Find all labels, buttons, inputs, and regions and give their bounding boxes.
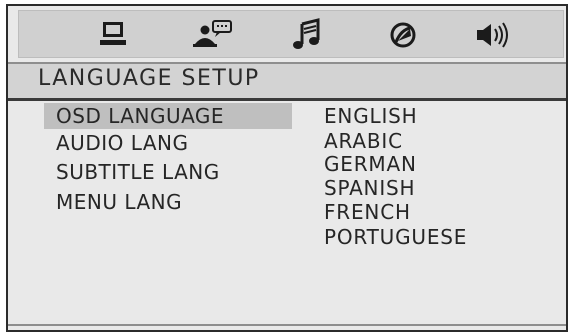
option-french[interactable]: FRENCH: [324, 200, 411, 225]
option-portuguese[interactable]: PORTUGUESE: [324, 225, 467, 250]
bottom-rule: [8, 324, 566, 326]
option-english[interactable]: ENGLISH: [324, 104, 417, 129]
menu-item-audio-lang[interactable]: AUDIO LANG: [44, 130, 292, 156]
page-title: LANGUAGE SETUP: [38, 66, 260, 91]
option-arabic[interactable]: ARABIC: [324, 129, 403, 154]
setup-menu-screen: LANGUAGE SETUP OSD LANGUAGE AUDIO LANG S…: [6, 4, 568, 332]
title-rule: [8, 98, 566, 101]
option-german[interactable]: GERMAN: [324, 152, 417, 177]
speaker-setup-icon[interactable]: [473, 18, 519, 52]
menu-item-menu-lang[interactable]: MENU LANG: [44, 189, 292, 215]
system-setup-icon[interactable]: [95, 18, 131, 52]
setup-category-bar: [18, 10, 564, 58]
menu-item-osd-language[interactable]: OSD LANGUAGE: [44, 103, 292, 129]
menu-item-subtitle-lang[interactable]: SUBTITLE LANG: [44, 159, 292, 185]
language-setup-icon[interactable]: [191, 18, 235, 52]
video-setup-icon[interactable]: [385, 18, 421, 52]
audio-setup-icon[interactable]: [289, 18, 325, 52]
option-spanish[interactable]: SPANISH: [324, 176, 415, 201]
